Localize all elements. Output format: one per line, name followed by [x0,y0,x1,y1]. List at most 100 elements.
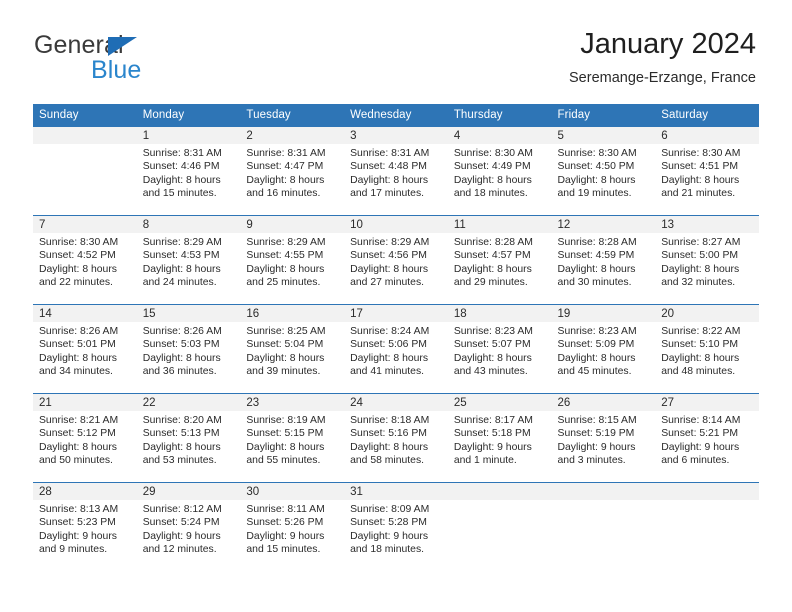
calendar-day-cell[interactable]: 24 Sunrise: 8:18 AM Sunset: 5:16 PM Dayligh… [344,393,448,483]
calendar-week-row: 14 Sunrise: 8:26 AM Sunset: 5:01 PM Dayligh… [33,304,759,394]
day-detail-line: Daylight: 8 hours [350,441,429,453]
day-details [33,144,137,147]
day-detail-line: Sunrise: 8:26 AM [142,326,222,337]
day-detail-line: Daylight: 8 hours [453,352,532,364]
day-detail-line: and 9 minutes. [39,543,108,555]
day-number: 20 [655,305,759,322]
day-detail-line: Daylight: 8 hours [350,352,429,364]
calendar-day-cell[interactable]: 27 Sunrise: 8:14 AM Sunset: 5:21 PM Dayligh… [655,393,759,483]
day-number: 14 [33,305,137,322]
calendar-day-cell[interactable]: 28 Sunrise: 8:13 AM Sunset: 5:23 PM Dayligh… [33,482,137,571]
calendar-day-cell[interactable]: 6 Sunrise: 8:30 AM Sunset: 4:51 PM Daylight… [655,126,759,216]
day-number: 13 [655,216,759,233]
day-detail-line: Sunset: 5:09 PM [557,339,635,351]
day-number: 3 [344,127,448,144]
calendar-day-cell-empty [551,482,656,571]
calendar-day-cell[interactable]: 18 Sunrise: 8:23 AM Sunset: 5:07 PM Dayligh… [447,304,552,394]
day-detail-line: Sunrise: 8:26 AM [39,326,119,337]
day-detail-line: Sunset: 4:56 PM [350,250,427,262]
calendar-header-row: Sunday Monday Tuesday Wednesday Thursday Frid… [33,104,759,127]
day-number: 17 [344,305,448,322]
day-detail-line: Daylight: 9 hours [661,441,740,453]
day-detail-line: Sunset: 4:46 PM [142,161,220,173]
day-detail-line: Sunset: 4:47 PM [246,161,324,173]
calendar-day-cell[interactable]: 30 Sunrise: 8:11 AM Sunset: 5:26 PM Dayligh… [240,482,345,571]
calendar-day-cell[interactable]: 12 Sunrise: 8:28 AM Sunset: 4:59 PM Dayligh… [551,215,656,305]
day-detail-line: Sunrise: 8:17 AM [453,415,533,426]
day-detail-line: Daylight: 8 hours [453,263,532,275]
day-details: Sunrise: 8:30 AM Sunset: 4:49 PM Daylight:… [448,144,552,200]
day-number: 15 [136,305,241,322]
day-detail-line: Daylight: 8 hours [661,263,740,275]
calendar-day-cell[interactable]: 16 Sunrise: 8:25 AM Sunset: 5:04 PM Dayligh… [240,304,345,394]
calendar-day-cell[interactable]: 29 Sunrise: 8:12 AM Sunset: 5:24 PM Dayligh… [136,482,241,571]
day-number: 4 [447,127,552,144]
calendar-day-cell[interactable]: 31 Sunrise: 8:09 AM Sunset: 5:28 PM Dayligh… [344,482,448,571]
calendar-day-cell[interactable]: 5 Sunrise: 8:30 AM Sunset: 4:50 PM Daylight… [551,126,656,216]
day-detail-line: and 39 minutes. [246,365,321,377]
calendar-day-cell[interactable]: 1 Sunrise: 8:31 AM Sunset: 4:46 PM Daylight… [136,126,241,216]
day-detail-line: Sunrise: 8:28 AM [453,237,533,248]
day-detail-line: Sunset: 5:03 PM [142,339,220,351]
day-detail-line: Sunrise: 8:14 AM [661,415,741,426]
calendar-day-cell[interactable]: 9 Sunrise: 8:29 AM Sunset: 4:55 PM Daylight… [240,215,345,305]
day-detail-line: Sunrise: 8:11 AM [246,504,325,515]
day-number: 27 [655,394,759,411]
day-number: 31 [344,483,448,500]
day-details: Sunrise: 8:27 AM Sunset: 5:00 PM Daylight:… [655,233,759,289]
day-details: Sunrise: 8:31 AM Sunset: 4:46 PM Daylight:… [137,144,241,200]
day-details: Sunrise: 8:29 AM Sunset: 4:55 PM Daylight:… [240,233,344,289]
calendar-day-cell[interactable]: 26 Sunrise: 8:15 AM Sunset: 5:19 PM Dayligh… [551,393,656,483]
calendar-day-cell[interactable]: 15 Sunrise: 8:26 AM Sunset: 5:03 PM Dayligh… [136,304,241,394]
day-detail-line: and 43 minutes. [453,365,528,377]
calendar-day-cell[interactable]: 11 Sunrise: 8:28 AM Sunset: 4:57 PM Dayligh… [447,215,552,305]
day-detail-line: Daylight: 8 hours [246,441,325,453]
day-number: 16 [240,305,345,322]
calendar-day-cell[interactable]: 13 Sunrise: 8:27 AM Sunset: 5:00 PM Dayligh… [655,215,759,305]
day-details: Sunrise: 8:31 AM Sunset: 4:47 PM Daylight:… [240,144,344,200]
day-detail-line: Daylight: 8 hours [142,441,221,453]
day-detail-line: and 48 minutes. [661,365,736,377]
day-details [448,500,552,503]
calendar-day-cell[interactable]: 14 Sunrise: 8:26 AM Sunset: 5:01 PM Dayligh… [33,304,137,394]
day-details: Sunrise: 8:14 AM Sunset: 5:21 PM Daylight:… [655,411,759,467]
logo-text-blue: Blue [91,56,142,84]
day-details: Sunrise: 8:23 AM Sunset: 5:07 PM Daylight:… [448,322,552,378]
day-details: Sunrise: 8:26 AM Sunset: 5:03 PM Daylight:… [137,322,241,378]
calendar-day-cell[interactable]: 20 Sunrise: 8:22 AM Sunset: 5:10 PM Dayligh… [655,304,759,394]
day-number: 28 [33,483,137,500]
day-number: 5 [551,127,656,144]
day-detail-line: Daylight: 8 hours [246,174,325,186]
day-detail-line: and 21 minutes. [661,187,736,199]
calendar-day-cell[interactable]: 25 Sunrise: 8:17 AM Sunset: 5:18 PM Dayligh… [447,393,552,483]
calendar-day-cell[interactable]: 19 Sunrise: 8:23 AM Sunset: 5:09 PM Dayligh… [551,304,656,394]
calendar-day-cell[interactable]: 23 Sunrise: 8:19 AM Sunset: 5:15 PM Dayligh… [240,393,345,483]
day-detail-line: Sunset: 4:53 PM [142,250,220,262]
calendar-container: Sunday Monday Tuesday Wednesday Thursday Frid… [33,104,759,571]
day-detail-line: and 12 minutes. [142,543,217,555]
day-details: Sunrise: 8:19 AM Sunset: 5:15 PM Daylight:… [240,411,344,467]
day-detail-line: Sunset: 5:19 PM [557,428,635,440]
calendar-day-cell[interactable]: 2 Sunrise: 8:31 AM Sunset: 4:47 PM Daylight… [240,126,345,216]
day-detail-line: Daylight: 8 hours [142,352,221,364]
day-detail-line: and 19 minutes. [557,187,632,199]
day-detail-line: Daylight: 8 hours [142,174,221,186]
calendar-day-cell[interactable]: 10 Sunrise: 8:29 AM Sunset: 4:56 PM Dayligh… [344,215,448,305]
day-detail-line: and 45 minutes. [557,365,632,377]
day-detail-line: Sunrise: 8:19 AM [246,415,326,426]
day-detail-line: and 24 minutes. [142,276,217,288]
calendar-day-cell[interactable]: 7 Sunrise: 8:30 AM Sunset: 4:52 PM Daylight… [33,215,137,305]
calendar-day-cell[interactable]: 21 Sunrise: 8:21 AM Sunset: 5:12 PM Dayligh… [33,393,137,483]
calendar-day-cell[interactable]: 4 Sunrise: 8:30 AM Sunset: 4:49 PM Daylight… [447,126,552,216]
day-detail-line: Sunrise: 8:28 AM [557,237,637,248]
day-detail-line: Daylight: 8 hours [246,263,325,275]
day-detail-line: and 27 minutes. [350,276,425,288]
calendar-day-cell[interactable]: 22 Sunrise: 8:20 AM Sunset: 5:13 PM Dayligh… [136,393,241,483]
day-detail-line: and 50 minutes. [39,454,113,466]
calendar-day-cell[interactable]: 17 Sunrise: 8:24 AM Sunset: 5:06 PM Dayligh… [344,304,448,394]
calendar-day-cell[interactable]: 3 Sunrise: 8:31 AM Sunset: 4:48 PM Daylight… [344,126,448,216]
day-details: Sunrise: 8:30 AM Sunset: 4:51 PM Daylight:… [655,144,759,200]
day-detail-line: Daylight: 8 hours [350,174,429,186]
day-detail-line: and 58 minutes. [350,454,425,466]
calendar-day-cell[interactable]: 8 Sunrise: 8:29 AM Sunset: 4:53 PM Daylight… [136,215,241,305]
